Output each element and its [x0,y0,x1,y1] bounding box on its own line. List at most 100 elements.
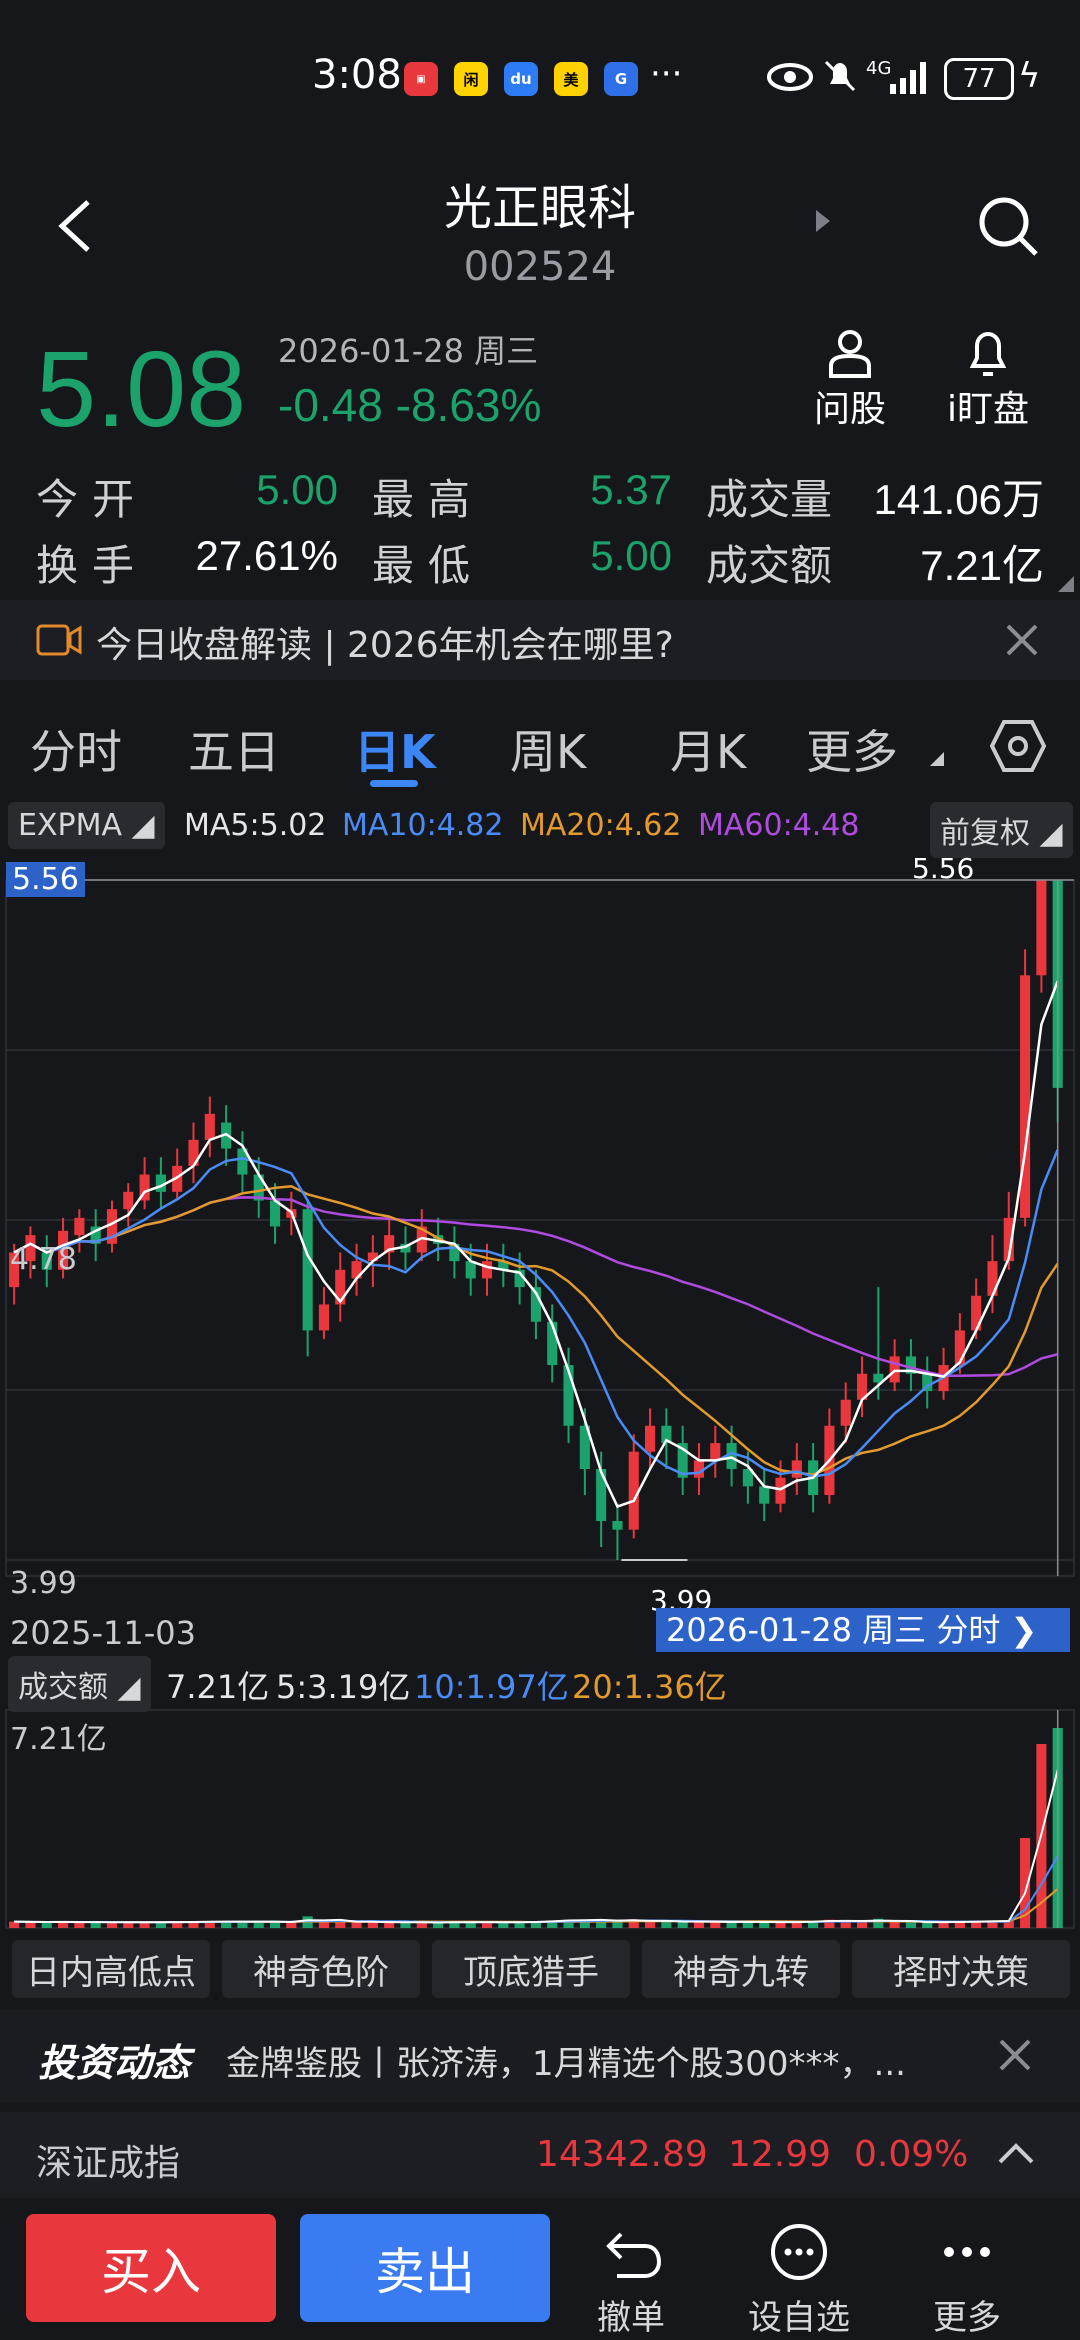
close-icon[interactable] [1004,622,1040,658]
news-brand: 投资动态 [38,2041,191,2085]
bell-icon [969,331,1007,376]
magic-color-button[interactable]: 神奇色阶 [222,1940,420,1998]
cursor-date-label[interactable]: 2026-01-28 周三 分时 ❯ [656,1608,1070,1652]
next-stock-icon[interactable] [812,206,832,236]
ma5-value: MA5:5.02 [184,808,327,843]
candle-body [335,1269,346,1305]
stat-turnover-label: 换手 [36,541,149,590]
chart-frame [5,879,1075,1577]
stat-high-label: 最高 [372,475,485,524]
stock-code: 002524 [463,244,617,290]
stat-low-label: 最低 [372,541,485,590]
tab-intraday[interactable]: 分时 [30,716,122,782]
banner-text: 今日收盘解读 | 2026年机会在哪里? [96,625,674,666]
tab-weekly-k[interactable]: 周K [510,716,586,782]
stat-turnover-value: 27.61% [195,532,338,579]
volume-bar [661,1921,672,1928]
volume-ma5: 5:3.19亿 [276,1668,411,1706]
volume-bar [367,1922,378,1928]
more-dots-icon [944,2247,990,2257]
candle-body [1036,880,1047,976]
stat-high-value: 5.37 [590,466,672,513]
signal-icon [890,62,926,94]
dropdown-corner-icon [930,752,944,766]
candlestick-chart[interactable] [0,860,1080,1610]
volume-bar [498,1922,509,1928]
stat-open-value: 5.00 [256,466,338,513]
price-cursor-label: 5.56 [6,862,85,897]
top-bottom-hunter-button[interactable]: 顶底猎手 [432,1940,630,1998]
candle-body [74,1217,85,1236]
index-value: 14342.89 [536,2134,708,2175]
volume-bar [759,1922,770,1928]
volume-ma10-line [14,1855,1059,1924]
candle-body [481,1261,493,1279]
volume-chart[interactable] [0,1706,1080,1932]
chart-settings-icon[interactable] [990,718,1046,774]
promo-banner[interactable]: 今日收盘解读 | 2026年机会在哪里? [0,600,1080,680]
battery-icon: 77 [944,58,1014,100]
expand-corner-icon[interactable] [1058,576,1074,592]
volume-bar [889,1922,900,1928]
ma60-value: MA60:4.48 [698,808,860,843]
candle-body [710,1443,721,1461]
cancel-order-button[interactable]: 撤单 [566,2220,696,2339]
main-indicator-select[interactable]: EXPMA ◢ [8,802,165,849]
dots-circle-icon [771,2224,827,2280]
eye-icon [767,63,813,91]
volume-bar [905,1922,917,1928]
intraday-high-low-button[interactable]: 日内高低点 [12,1940,210,1998]
candle-body [889,1356,900,1383]
index-ticker[interactable]: 深证成指 14342.89 12.99 0.09% [0,2112,1080,2198]
stock-name: 光正眼科 [443,180,636,236]
index-change: 12.99 [728,2134,832,2175]
chevron-up-icon[interactable] [996,2138,1036,2168]
tab-daily-k[interactable]: 日K [354,716,436,782]
meituan-icon: 美 [554,62,588,96]
add-watchlist-button[interactable]: 设自选 [734,2220,864,2339]
stat-low-value: 5.00 [590,532,672,579]
search-icon[interactable] [976,194,1042,260]
sell-button[interactable]: 卖出 [300,2214,550,2322]
candle-body [318,1304,330,1331]
candle-body [612,1521,623,1530]
volume-bar [645,1921,656,1928]
tab-active-indicator [370,780,418,787]
volume-ma20-line [14,1888,1059,1924]
candle-body [791,1460,802,1478]
watch-market-button[interactable]: i盯盘 [918,326,1058,432]
volume-indicator-select[interactable]: 成交额 ◢ [8,1656,151,1712]
more-button[interactable]: 更多 [902,2220,1032,2339]
candle-body [465,1261,476,1279]
ma20-value: MA20:4.62 [520,808,682,843]
volume-frame [5,1709,1075,1929]
tab-five-day[interactable]: 五日 [188,716,280,782]
volume-ma20: 20:1.36亿 [572,1668,727,1706]
index-pct: 0.09% [854,2134,969,2175]
y-label-bottom: 3.99 [10,1566,77,1601]
ma5-line [13,980,1059,1509]
news-ticker[interactable]: 投资动态 金牌鉴股丨张济涛，1月精选个股300***，... [0,2010,1080,2102]
news-close-icon[interactable] [998,2038,1032,2072]
buy-button[interactable]: 买入 [26,2214,276,2322]
adjust-select[interactable]: 前复权 ◢ [930,802,1073,858]
news-text: 金牌鉴股丨张济涛，1月精选个股300***，... [226,2044,906,2084]
tab-monthly-k[interactable]: 月K [670,716,746,782]
candle-body [759,1486,770,1504]
ask-stock-button[interactable]: 问股 [780,326,920,432]
candle-body [628,1451,639,1530]
timing-decision-button[interactable]: 择时决策 [852,1940,1070,1998]
tab-more[interactable]: 更多 [806,716,898,782]
candle-body [204,1113,215,1140]
status-bar: 3:08 ▣ 闲 du 美 G ··· 4G 77 ϟ [0,0,1080,160]
cancel-order-label: 撤单 [597,2298,665,2338]
volume-bar [693,1922,705,1928]
stat-amount-label: 成交额 [706,541,833,590]
ma10-value: MA10:4.82 [342,808,504,843]
magic-nine-button[interactable]: 神奇九转 [642,1940,840,1998]
add-watchlist-label: 设自选 [748,2298,850,2338]
xianyu-icon: 闲 [454,62,488,96]
volume-value: 7.21亿 [166,1668,270,1706]
y-label-mid: 4.78 [10,1242,77,1277]
video-icon [36,624,82,656]
